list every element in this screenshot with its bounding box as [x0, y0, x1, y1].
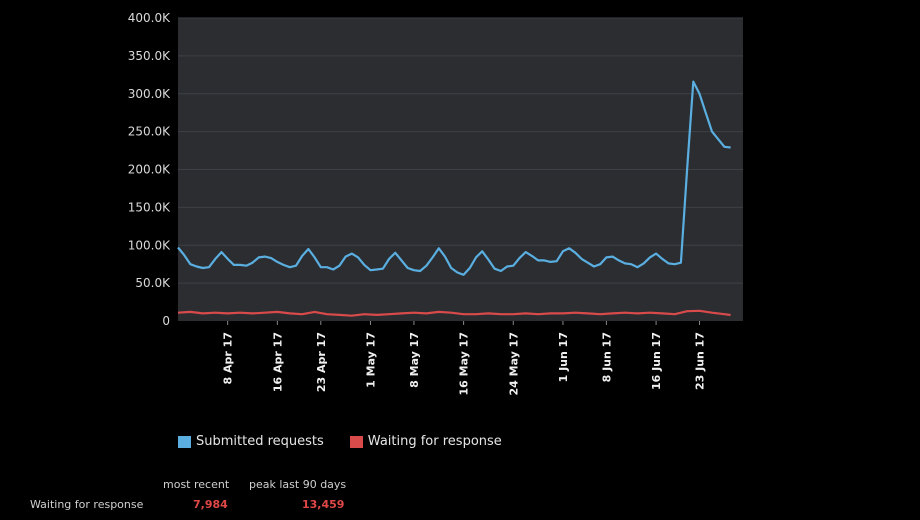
- x-tick-label: 8 Jun 17: [600, 332, 613, 382]
- legend: Submitted requests Waiting for response: [178, 434, 502, 449]
- x-axis: 8 Apr 17 16 Apr 17 23 Apr 17 1 May 17 8 May …: [222, 321, 707, 395]
- x-tick-label: 8 May 17: [408, 332, 421, 388]
- y-tick-label: 250.0K: [128, 125, 171, 139]
- legend-label-waiting: Waiting for response: [367, 434, 502, 449]
- x-tick-label: 8 Apr 17: [222, 332, 235, 384]
- x-tick-label: 1 May 17: [364, 332, 377, 388]
- x-tick-label: 23 Jun 17: [694, 332, 707, 390]
- y-tick-label: 350.0K: [128, 49, 171, 63]
- y-tick-label: 150.0K: [128, 200, 171, 214]
- y-axis: 0 50.0K 100.0K 150.0K 200.0K 250.0K 300.0K 350.…: [128, 11, 171, 328]
- y-tick-label: 50.0K: [135, 276, 171, 290]
- summary-row-label: Waiting for response: [30, 498, 144, 511]
- summary-most-recent-value: 7,984: [193, 498, 228, 511]
- legend-label-submitted: Submitted requests: [196, 434, 324, 449]
- y-tick-label: 400.0K: [128, 11, 171, 25]
- legend-item-submitted[interactable]: Submitted requests: [178, 434, 324, 449]
- legend-item-waiting[interactable]: Waiting for response: [349, 434, 502, 449]
- x-tick-label: 16 Jun 17: [650, 332, 663, 390]
- x-tick-label: 24 May 17: [507, 332, 520, 395]
- legend-swatch-waiting: [349, 435, 363, 448]
- x-tick-label: 16 Apr 17: [271, 332, 284, 392]
- x-tick-label: 1 Jun 17: [557, 332, 570, 382]
- summary-peak-value: 13,459: [302, 498, 345, 511]
- line-chart: 0 50.0K 100.0K 150.0K 200.0K 250.0K 300.0K 350.…: [128, 11, 743, 395]
- y-tick-label: 200.0K: [128, 163, 171, 177]
- y-tick-label: 0: [162, 314, 170, 328]
- x-tick-label: 23 Apr 17: [315, 332, 328, 392]
- y-tick-label: 300.0K: [128, 87, 171, 101]
- summary-header-most-recent: most recent: [163, 478, 230, 491]
- x-tick-label: 16 May 17: [458, 332, 471, 395]
- legend-swatch-submitted: [178, 435, 191, 448]
- y-tick-label: 100.0K: [128, 238, 171, 252]
- summary-header-peak: peak last 90 days: [249, 478, 347, 491]
